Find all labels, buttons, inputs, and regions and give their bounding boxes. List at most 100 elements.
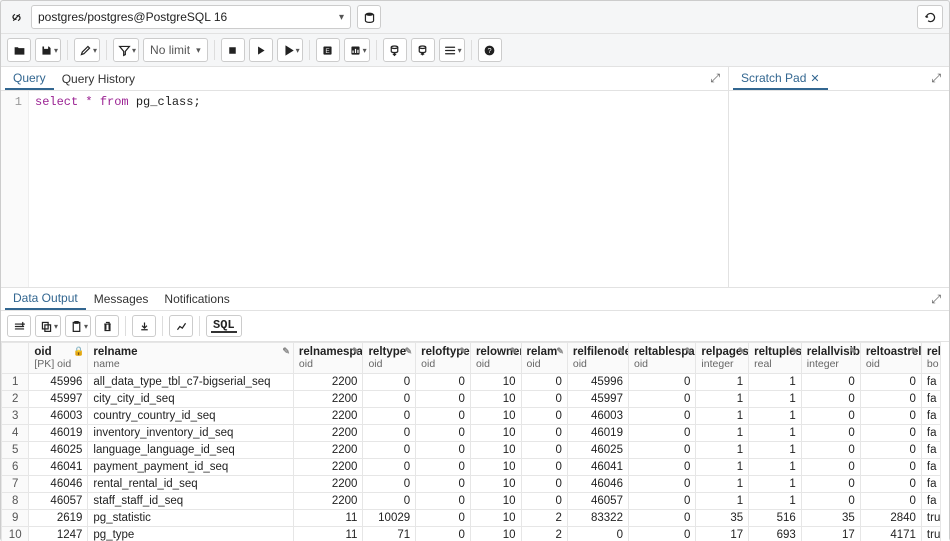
row-number[interactable]: 10	[2, 527, 29, 541]
cell-reltype[interactable]: 0	[363, 374, 416, 391]
cell-reltuples[interactable]: 1	[749, 493, 802, 510]
execute-button[interactable]	[249, 38, 273, 62]
cell-reltoastrelid[interactable]: 0	[860, 408, 921, 425]
cell-reltype[interactable]: 0	[363, 476, 416, 493]
tab-messages[interactable]: Messages	[86, 289, 157, 309]
cell-reltablespace[interactable]: 0	[628, 527, 695, 541]
cell-reltuples[interactable]: 1	[749, 374, 802, 391]
table-row[interactable]: 92619pg_statistic11100290102833220355163…	[2, 510, 941, 527]
expand-icon[interactable]: ⤢	[710, 71, 720, 86]
cell-relname[interactable]: payment_payment_id_seq	[88, 459, 294, 476]
tab-query-history[interactable]: Query History	[54, 69, 143, 89]
cell-relpages[interactable]: 1	[696, 408, 749, 425]
table-row[interactable]: 346003country_country_id_seq220000100460…	[2, 408, 941, 425]
column-header-reltoastrelid[interactable]: reltoastrelidoid✎	[860, 343, 921, 374]
cell-relfilenode[interactable]: 46019	[567, 425, 628, 442]
column-header-reltype[interactable]: reltypeoid✎	[363, 343, 416, 374]
cell-relname[interactable]: pg_type	[88, 527, 294, 541]
cell-relpages[interactable]: 1	[696, 459, 749, 476]
cell-relam[interactable]: 0	[521, 408, 567, 425]
cell-reloftype[interactable]: 0	[416, 459, 471, 476]
cell-relowner[interactable]: 10	[470, 459, 521, 476]
cell-relnamespace[interactable]: 2200	[293, 391, 363, 408]
explain-button[interactable]: E	[316, 38, 340, 62]
cell-relallvisible[interactable]: 0	[801, 476, 860, 493]
expand-icon[interactable]: ⤢	[931, 71, 941, 86]
cell-reltype[interactable]: 0	[363, 425, 416, 442]
rollback-button[interactable]	[411, 38, 435, 62]
cell-relname[interactable]: rental_rental_id_seq	[88, 476, 294, 493]
delete-row-button[interactable]	[95, 315, 119, 337]
cell-reltoastrelid[interactable]: 0	[860, 459, 921, 476]
cell-reloftype[interactable]: 0	[416, 374, 471, 391]
cell-relam[interactable]: 0	[521, 391, 567, 408]
cell-oid[interactable]: 1247	[29, 527, 88, 541]
cell-reltype[interactable]: 0	[363, 459, 416, 476]
table-row[interactable]: 746046rental_rental_id_seq22000010046046…	[2, 476, 941, 493]
cell-oid[interactable]: 2619	[29, 510, 88, 527]
row-number[interactable]: 7	[2, 476, 29, 493]
cell-relallvisible[interactable]: 0	[801, 374, 860, 391]
reset-layout-button[interactable]	[917, 5, 943, 29]
edit-button[interactable]: ▾	[74, 38, 100, 62]
cell-relnamespace[interactable]: 2200	[293, 374, 363, 391]
cell-relpages[interactable]: 1	[696, 391, 749, 408]
cell-relam[interactable]: 0	[521, 459, 567, 476]
cell-relname[interactable]: inventory_inventory_id_seq	[88, 425, 294, 442]
cell-relnamespace[interactable]: 2200	[293, 459, 363, 476]
cell-reloftype[interactable]: 0	[416, 476, 471, 493]
cell-reltuples[interactable]: 1	[749, 391, 802, 408]
cell-reltablespace[interactable]: 0	[628, 374, 695, 391]
cell-rel[interactable]: fa	[921, 442, 940, 459]
cell-relpages[interactable]: 1	[696, 374, 749, 391]
cell-reltoastrelid[interactable]: 2840	[860, 510, 921, 527]
cell-relname[interactable]: staff_staff_id_seq	[88, 493, 294, 510]
cell-reltuples[interactable]: 1	[749, 476, 802, 493]
cell-relallvisible[interactable]: 0	[801, 459, 860, 476]
row-number[interactable]: 2	[2, 391, 29, 408]
cell-relowner[interactable]: 10	[470, 442, 521, 459]
cell-reloftype[interactable]: 0	[416, 510, 471, 527]
cell-relowner[interactable]: 10	[470, 425, 521, 442]
row-number[interactable]: 3	[2, 408, 29, 425]
scratch-editor[interactable]	[729, 91, 949, 287]
cell-relname[interactable]: all_data_type_tbl_c7-bigserial_seq	[88, 374, 294, 391]
cell-relname[interactable]: country_country_id_seq	[88, 408, 294, 425]
cell-relfilenode[interactable]: 46057	[567, 493, 628, 510]
sql-editor[interactable]: 1 select * from pg_class;	[1, 91, 728, 287]
cell-relfilenode[interactable]: 83322	[567, 510, 628, 527]
cell-oid[interactable]: 45997	[29, 391, 88, 408]
cell-relnamespace[interactable]: 2200	[293, 493, 363, 510]
cell-relfilenode[interactable]: 46046	[567, 476, 628, 493]
cell-oid[interactable]: 45996	[29, 374, 88, 391]
cell-rel[interactable]: fa	[921, 425, 940, 442]
cell-relfilenode[interactable]: 46041	[567, 459, 628, 476]
table-row[interactable]: 646041payment_payment_id_seq220000100460…	[2, 459, 941, 476]
cell-reloftype[interactable]: 0	[416, 391, 471, 408]
row-number[interactable]: 8	[2, 493, 29, 510]
cell-reloftype[interactable]: 0	[416, 442, 471, 459]
cell-relowner[interactable]: 10	[470, 493, 521, 510]
macros-button[interactable]: ▾	[439, 38, 465, 62]
close-icon[interactable]: ✕	[810, 73, 819, 85]
cell-rel[interactable]: tru	[921, 527, 940, 541]
cell-reltuples[interactable]: 1	[749, 425, 802, 442]
cell-relpages[interactable]: 1	[696, 442, 749, 459]
column-header-reloftype[interactable]: reloftypeoid✎	[416, 343, 471, 374]
cell-relname[interactable]: language_language_id_seq	[88, 442, 294, 459]
expand-icon[interactable]: ⤢	[931, 292, 941, 307]
disconnect-icon[interactable]	[7, 8, 25, 26]
cell-oid[interactable]: 46019	[29, 425, 88, 442]
save-file-button[interactable]: ▾	[35, 38, 61, 62]
cell-rel[interactable]: fa	[921, 459, 940, 476]
cell-rel[interactable]: fa	[921, 493, 940, 510]
cell-relfilenode[interactable]: 46025	[567, 442, 628, 459]
cell-reloftype[interactable]: 0	[416, 408, 471, 425]
cell-relam[interactable]: 2	[521, 527, 567, 541]
cell-relfilenode[interactable]: 0	[567, 527, 628, 541]
cell-reltablespace[interactable]: 0	[628, 459, 695, 476]
cell-relfilenode[interactable]: 45997	[567, 391, 628, 408]
cell-relallvisible[interactable]: 0	[801, 408, 860, 425]
row-number[interactable]: 1	[2, 374, 29, 391]
column-header-relowner[interactable]: relowneroid✎	[470, 343, 521, 374]
